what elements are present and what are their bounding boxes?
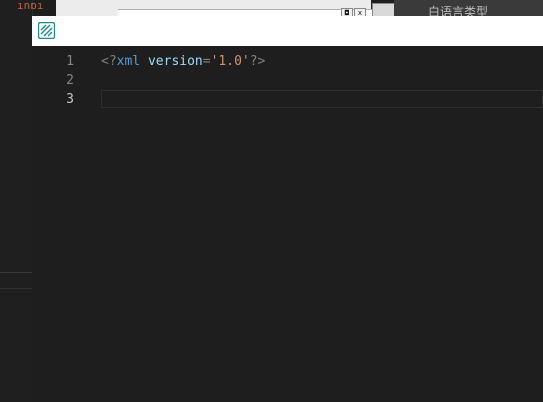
background-left-pane: ınpı [0,0,44,402]
background-left-code: ınpı [17,0,44,9]
version-value: '1.0' [210,54,250,69]
line-number: 1 [66,54,74,69]
editor-window: 1 <?xml version='1.0'?> 2 3 [32,16,543,402]
code-line-current[interactable]: 3 [32,90,543,109]
line-number-active: 3 [66,92,74,107]
line-number: 2 [66,73,74,88]
version-attribute: version [147,54,203,69]
background-right-window-title-text: 白语言类型 [428,5,489,16]
xml-keyword: xml [116,54,141,69]
editor-app-icon [38,22,55,39]
code-editor[interactable]: 1 <?xml version='1.0'?> 2 3 [32,46,543,402]
code-line[interactable]: 2 [32,71,543,90]
line-code[interactable]: <?xml version='1.0'?> [101,52,265,71]
background-window-titlebar: ◘ x [56,0,390,18]
background-left-divider [0,272,32,273]
code-line[interactable]: 1 <?xml version='1.0'?> [32,52,543,71]
equals-sign: = [202,54,211,69]
xml-decl-close: ?> [249,54,266,69]
window-titlebar [32,16,543,46]
background-right-window-title: 白语言类型 [394,0,543,16]
background-left-divider-2 [0,288,32,289]
xml-decl-open: <? [101,54,117,69]
